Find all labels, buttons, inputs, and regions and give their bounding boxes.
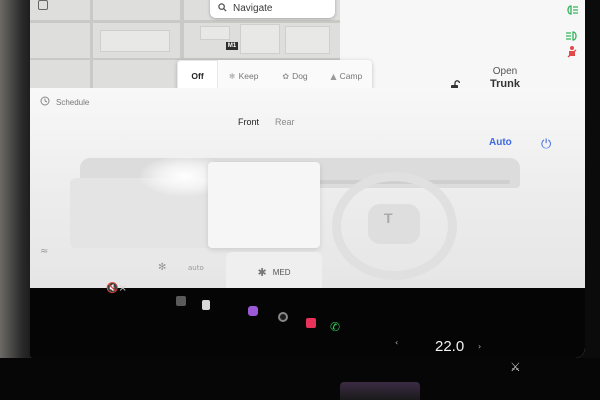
dog-icon: ✿ [282, 71, 290, 81]
map-layer-icon[interactable] [38, 0, 48, 10]
dashcam-app-icon[interactable] [278, 312, 288, 322]
schedule-button[interactable]: Schedule [40, 96, 89, 108]
mute-icon[interactable]: 🔇× [106, 283, 127, 294]
touchscreen: M1 Navigate Open Trunk k Off ❄ Keep [30, 0, 585, 358]
car-controls-icon[interactable]: ⚔ [510, 360, 521, 374]
mode-keep-label: Keep [238, 71, 259, 81]
seat-heater-left-icon[interactable]: ≈ [40, 246, 48, 257]
airflow-icon[interactable]: ✻ [158, 262, 166, 273]
navigate-placeholder: Navigate [233, 2, 273, 14]
podcast-app-icon[interactable] [248, 306, 258, 316]
mode-dog-label: Dog [292, 71, 308, 81]
headlight-icon [565, 5, 579, 18]
tesla-logo-icon: T [384, 210, 393, 226]
search-icon [218, 0, 227, 17]
tab-rear[interactable]: Rear [275, 117, 295, 127]
schedule-label: Schedule [56, 97, 90, 107]
fan-speed-control[interactable]: ✱ MED [226, 252, 322, 292]
camp-icon: ▲ [330, 71, 337, 81]
camera-app-icon[interactable] [176, 296, 186, 306]
render-center-screen [208, 162, 320, 248]
cabin-3d-render: T [70, 150, 540, 280]
climate-zone-tabs: Front Rear [238, 117, 295, 127]
toybox-app-icon[interactable] [202, 300, 210, 310]
mode-off-label: Off [191, 71, 204, 81]
mode-camp-label: Camp [339, 71, 363, 81]
trunk-line1: Open [492, 66, 518, 77]
navigate-search[interactable]: Navigate [210, 0, 335, 18]
tab-front[interactable]: Front [238, 117, 259, 127]
temp-up-icon[interactable]: › [478, 342, 481, 351]
music-app-icon[interactable] [306, 318, 316, 328]
auto-highbeam-icon [565, 26, 579, 45]
fan-icon: ✱ [257, 265, 267, 279]
seatbelt-warning-icon [566, 44, 578, 63]
temp-down-icon[interactable]: ‹ [395, 338, 398, 347]
keep-climate-icon: ❄ [228, 71, 236, 81]
clock-icon [40, 96, 50, 108]
route-shield: M1 [226, 42, 238, 50]
fan-speed-label: MED [272, 267, 291, 277]
dash-vent [340, 382, 420, 400]
car-status-pane [340, 0, 585, 88]
climate-power-icon[interactable]: ⏻ [541, 138, 555, 152]
auto-vent-icon[interactable]: auto [188, 264, 204, 272]
cabin-temperature[interactable]: 22.0 [435, 338, 464, 355]
auto-climate-button[interactable]: Auto [489, 137, 512, 148]
phone-icon[interactable]: ✆ [330, 320, 340, 334]
open-trunk-button[interactable]: Open Trunk [490, 66, 520, 90]
